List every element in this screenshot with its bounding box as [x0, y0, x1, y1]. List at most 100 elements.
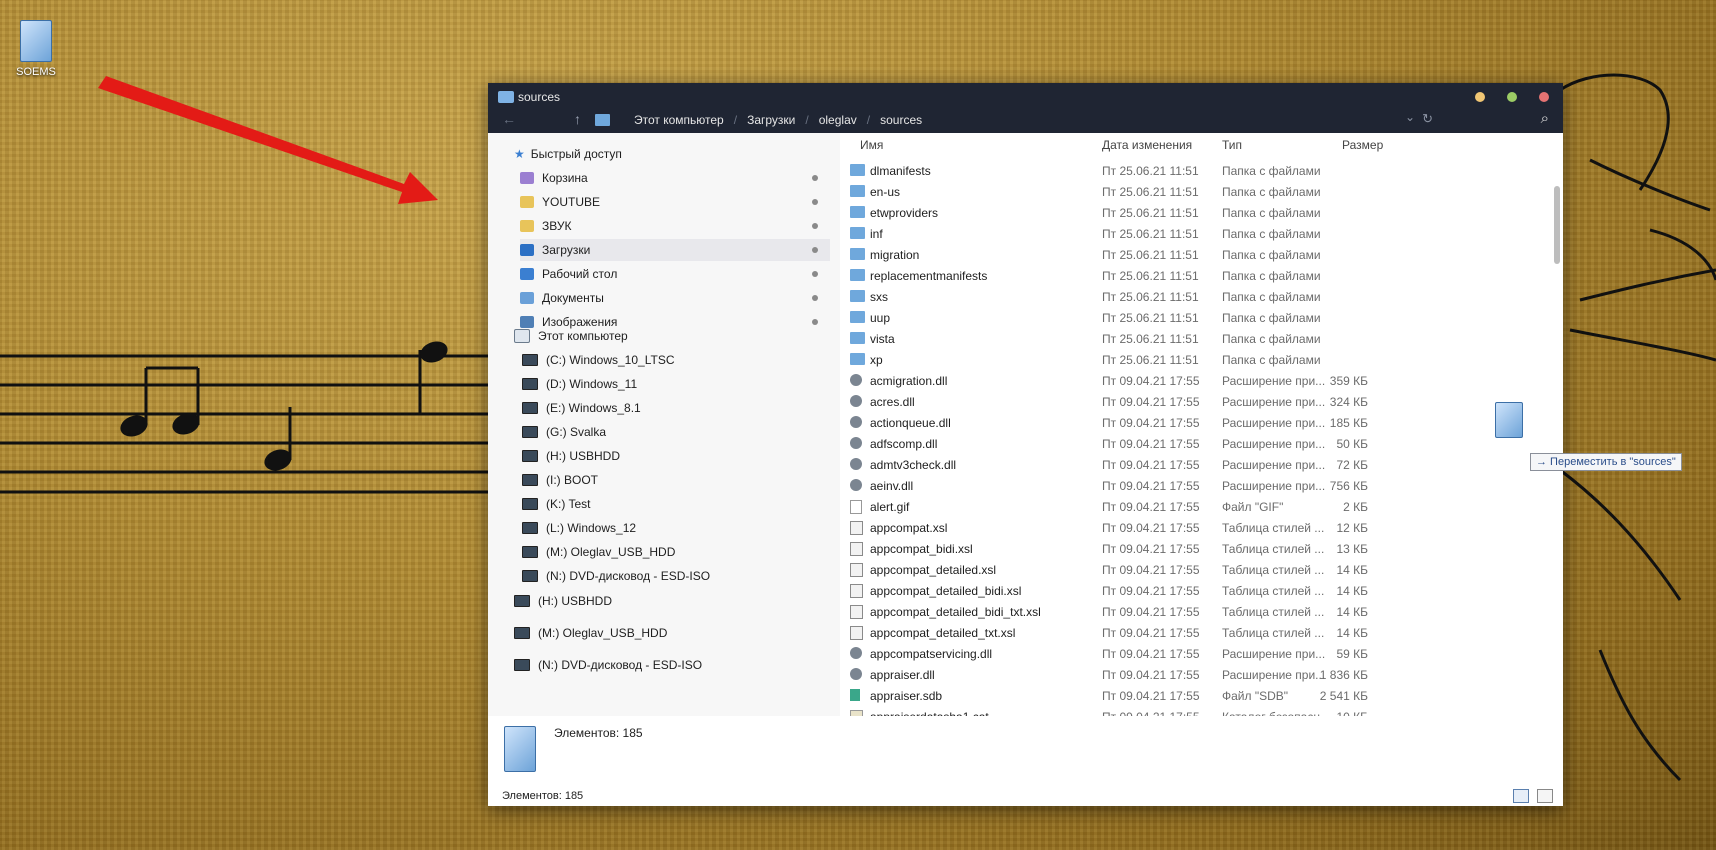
sidebar-item-drive[interactable]: (K:) Test [522, 493, 590, 515]
sidebar-item-drive[interactable]: (E:) Windows_8.1 [522, 397, 641, 419]
table-row[interactable]: vista Пт 25.06.21 11:51 Папка с файлами [840, 328, 1563, 349]
sidebar-item-quick[interactable]: Рабочий стол [520, 263, 830, 285]
sidebar-item-quick[interactable]: Корзина [520, 167, 830, 189]
column-header-type[interactable]: Тип [1222, 138, 1242, 152]
sidebar-item-drive[interactable]: (M:) Oleglav_USB_HDD [522, 541, 675, 563]
file-name: appcompat_detailed_bidi.xsl [870, 584, 1022, 598]
details-view-icon[interactable] [1513, 789, 1529, 803]
sidebar-item-quick[interactable]: Загрузки [520, 239, 830, 261]
table-row[interactable]: adfscomp.dll Пт 09.04.21 17:55 Расширение … [840, 433, 1563, 454]
file-date: Пт 25.06.21 11:51 [1102, 164, 1199, 178]
table-row[interactable]: actionqueue.dll Пт 09.04.21 17:55 Расширен… [840, 412, 1563, 433]
table-row[interactable]: appraiser.dll Пт 09.04.21 17:55 Расширение… [840, 664, 1563, 685]
pin-icon [812, 199, 818, 205]
table-row[interactable]: alert.gif Пт 09.04.21 17:55 Файл "GIF" 2 КБ [840, 496, 1563, 517]
title-bar[interactable]: sources ← ↑ Этот компьютер / Загрузки / … [488, 83, 1563, 133]
sidebar-item-drive[interactable]: (D:) Windows_11 [522, 373, 637, 395]
sidebar-item-drive[interactable]: (N:) DVD-дисковод - ESD-ISO [514, 654, 702, 676]
table-row[interactable]: migration Пт 25.06.21 11:51 Папка с файлам… [840, 244, 1563, 265]
sidebar-item-drive[interactable]: (I:) BOOT [522, 469, 598, 491]
table-row[interactable]: appcompat_detailed_bidi.xsl Пт 09.04.21 1… [840, 580, 1563, 601]
table-row[interactable]: dlmanifests Пт 25.06.21 11:51 Папка с файл… [840, 160, 1563, 181]
file-date: Пт 25.06.21 11:51 [1102, 269, 1199, 283]
sidebar-item-quick-access[interactable]: ★ Быстрый доступ [514, 143, 622, 165]
file-date: Пт 09.04.21 17:55 [1102, 437, 1200, 451]
desktop-icon-soems[interactable]: SOEMS [12, 20, 60, 78]
folder-icon [850, 185, 865, 197]
table-row[interactable]: appcompat_detailed_bidi_txt.xsl Пт 09.04.… [840, 601, 1563, 622]
sidebar-item-quick[interactable]: YOUTUBE [520, 191, 830, 213]
maximize-button[interactable] [1507, 92, 1517, 102]
table-row[interactable]: appraiserdatasha1.catПт 09.04.21 17:55Ка… [840, 706, 1563, 716]
breadcrumb-item[interactable]: Этот компьютер [634, 113, 724, 127]
table-row[interactable]: appraiser.sdb Пт 09.04.21 17:55 Файл "SDB"… [840, 685, 1563, 706]
table-row[interactable]: sxs Пт 25.06.21 11:51 Папка с файлами [840, 286, 1563, 307]
sidebar-item-label: ЗВУК [542, 219, 572, 233]
file-date: Пт 09.04.21 17:55 [1102, 584, 1200, 598]
breadcrumb-item[interactable]: oleglav [819, 113, 857, 127]
file-type: Таблица стилей ... [1222, 542, 1325, 556]
table-row[interactable]: admtv3check.dll Пт 09.04.21 17:55 Расширен… [840, 454, 1563, 475]
minimize-button[interactable] [1475, 92, 1485, 102]
file-date: Пт 09.04.21 17:55 [1102, 374, 1200, 388]
column-header-size[interactable]: Размер [1342, 138, 1383, 152]
table-row[interactable]: appcompat_bidi.xsl Пт 09.04.21 17:55 Табли… [840, 538, 1563, 559]
up-arrow-icon[interactable]: ↑ [574, 111, 581, 127]
sidebar-item-drive[interactable]: (H:) USBHDD [514, 590, 612, 612]
sidebar-item-drive[interactable]: (G:) Svalka [522, 421, 606, 443]
table-row[interactable]: inf Пт 25.06.21 11:51 Папка с файлами [840, 223, 1563, 244]
table-row[interactable]: appcompat_detailed_txt.xsl Пт 09.04.21 17… [840, 622, 1563, 643]
table-row[interactable]: appcompatservicing.dll Пт 09.04.21 17:55 Р… [840, 643, 1563, 664]
gear-icon [850, 458, 862, 470]
column-header-date[interactable]: Дата изменения [1102, 138, 1192, 152]
table-row[interactable]: en-us Пт 25.06.21 11:51 Папка с файлами [840, 181, 1563, 202]
table-row[interactable]: acmigration.dll Пт 09.04.21 17:55 Расширен… [840, 370, 1563, 391]
table-row[interactable]: acres.dll Пт 09.04.21 17:55 Расширение при… [840, 391, 1563, 412]
folder-icon [504, 726, 536, 772]
breadcrumb: Этот компьютер / Загрузки / oleglav / so… [634, 113, 922, 127]
file-date: Пт 09.04.21 17:55 [1102, 668, 1200, 682]
drag-tooltip: → Переместить в "sources" [1530, 453, 1682, 471]
file-date: Пт 09.04.21 17:55 [1102, 605, 1200, 619]
file-name: migration [870, 248, 920, 262]
close-button[interactable] [1539, 92, 1549, 102]
file-type: Папка с файлами [1222, 206, 1321, 220]
breadcrumb-item[interactable]: Загрузки [747, 113, 795, 127]
large-icons-view-icon[interactable] [1537, 789, 1553, 803]
file-type: Расширение при... [1222, 437, 1326, 451]
sidebar-item-drive[interactable]: (H:) USBHDD [522, 445, 620, 467]
chevron-down-icon[interactable]: ⌄ [1405, 110, 1415, 124]
table-row[interactable]: uup Пт 25.06.21 11:51 Папка с файлами [840, 307, 1563, 328]
sidebar-item-drive[interactable]: (N:) DVD-дисковод - ESD-ISO [522, 565, 710, 587]
column-header-name[interactable]: Имя [860, 138, 883, 152]
table-row[interactable]: aeinv.dll Пт 09.04.21 17:55 Расширение при… [840, 475, 1563, 496]
sidebar-item-drive[interactable]: (L:) Windows_12 [522, 517, 636, 539]
sidebar-item-drive[interactable]: (M:) Oleglav_USB_HDD [514, 622, 667, 644]
breadcrumb-item[interactable]: sources [880, 113, 922, 127]
sidebar-item-label: (E:) Windows_8.1 [546, 401, 641, 415]
search-icon[interactable]: ⌕ [1541, 110, 1549, 127]
table-row[interactable]: xp Пт 25.06.21 11:51 Папка с файлами [840, 349, 1563, 370]
folder-icon [595, 114, 610, 126]
sidebar-item-drive[interactable]: (C:) Windows_10_LTSC [522, 349, 674, 371]
file-date: Пт 25.06.21 11:51 [1102, 206, 1199, 220]
table-row[interactable]: appcompat.xsl Пт 09.04.21 17:55 Таблица ст… [840, 517, 1563, 538]
sidebar-item-label: Быстрый доступ [530, 147, 622, 161]
sidebar-item-this-pc[interactable]: Этот компьютер [514, 325, 628, 347]
file-name: xp [870, 353, 883, 367]
scrollbar[interactable] [1554, 186, 1560, 264]
file-name: replacementmanifests [870, 269, 988, 283]
file-list: Имя Дата изменения Тип Размер dlmanifest… [840, 133, 1563, 716]
back-arrow-icon[interactable]: ← [502, 111, 516, 127]
file-size: 14 КБ [1336, 584, 1368, 598]
table-row[interactable]: replacementmanifests Пт 25.06.21 11:51 Пап… [840, 265, 1563, 286]
table-row[interactable]: appcompat_detailed.xsl Пт 09.04.21 17:55 Т… [840, 559, 1563, 580]
sidebar-item-quick[interactable]: ЗВУК [520, 215, 830, 237]
mouse-cursor-icon [1506, 440, 1513, 452]
file-type: Папка с файлами [1222, 332, 1321, 346]
table-row[interactable]: etwproviders Пт 25.06.21 11:51 Папка с фай… [840, 202, 1563, 223]
sidebar-item-quick[interactable]: Документы [520, 287, 830, 309]
refresh-icon[interactable]: ↻ [1422, 111, 1433, 127]
file-name: alert.gif [870, 500, 910, 514]
file-date: Пт 09.04.21 17:55 [1102, 626, 1200, 640]
